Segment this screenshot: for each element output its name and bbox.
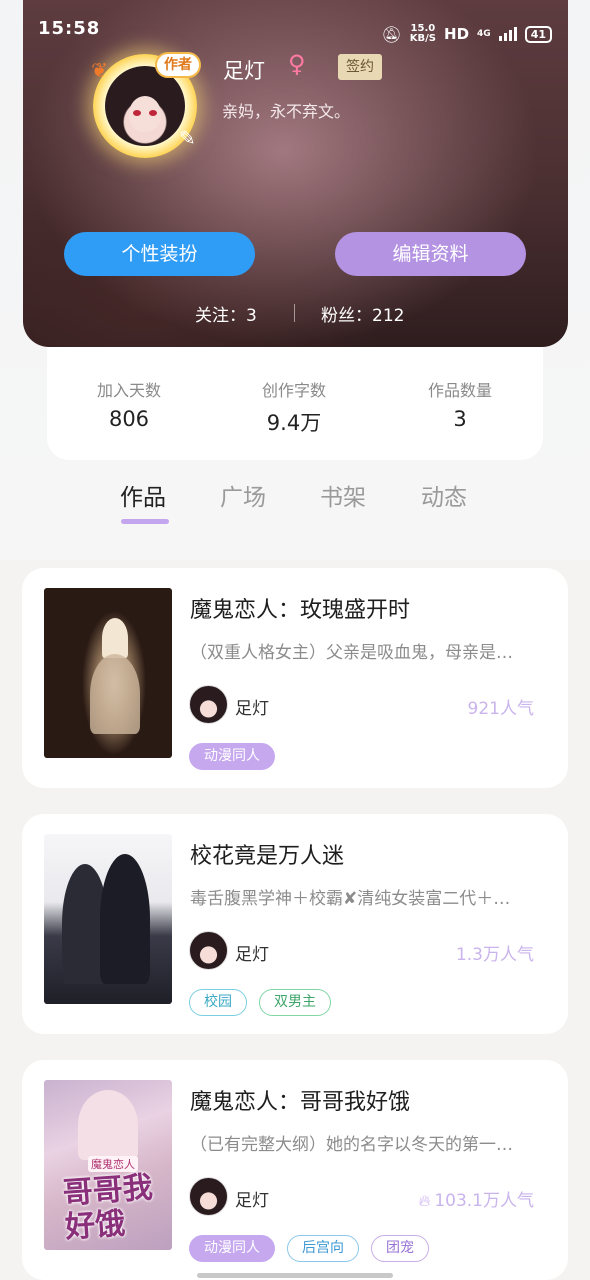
signed-badge: 签约 (338, 54, 382, 80)
home-indicator[interactable] (197, 1273, 393, 1278)
status-time: 15:58 (38, 18, 101, 39)
signal-icon (498, 27, 517, 41)
tag[interactable]: 双男主 (259, 989, 331, 1016)
leaf-icon: ❦ (91, 58, 108, 82)
work-card[interactable]: 校花竟是万人迷 毒舌腹黑学神＋校霸✘清纯女装富二代＋… 足灯 1.3万人气 校园… (22, 814, 568, 1034)
work-title[interactable]: 魔鬼恋人：哥哥我好饿 (190, 1084, 410, 1116)
tag-list: 动漫同人 后宫向 团宠 (189, 1235, 429, 1262)
profile-avatar[interactable]: ❦ 作者 ✎ (81, 44, 207, 160)
work-card[interactable]: 魔鬼恋人：玫瑰盛开时 （双重人格女主）父亲是吸血鬼，母亲是… 足灯 921人气 … (22, 568, 568, 788)
work-description: （双重人格女主）父亲是吸血鬼，母亲是… (190, 643, 513, 663)
work-description: （已有完整大纲）她的名字以冬天的第一… (190, 1135, 513, 1155)
work-description: 毒舌腹黑学神＋校霸✘清纯女装富二代＋… (190, 889, 511, 909)
mute-icon: 🔕︎ (381, 24, 402, 44)
following-count[interactable]: 关注：3 (195, 301, 257, 326)
book-cover[interactable]: 魔鬼恋人 哥哥我好饿 (44, 1080, 172, 1250)
female-gender-icon: ♀ (288, 50, 306, 78)
tab-feed[interactable]: 动态 (421, 478, 467, 512)
author-badge: 作者 (155, 52, 201, 78)
stat-word-count: 创作字数 9.4万 (261, 381, 326, 435)
author-avatar (189, 931, 228, 970)
author-name: 足灯 (235, 699, 269, 719)
author-avatar (189, 1177, 228, 1216)
tag[interactable]: 动漫同人 (189, 1235, 275, 1262)
edit-profile-button[interactable]: 编辑资料 (335, 232, 526, 276)
tag[interactable]: 动漫同人 (189, 743, 275, 770)
hd-indicator: HD (444, 25, 470, 43)
avatar-image (105, 66, 185, 146)
profile-header: ❦ 作者 ✎ 足灯 ♀ 签约 亲妈，永不弃文。 个性装扮 编辑资料 关注：3 粉… (23, 0, 568, 347)
personal-dress-button[interactable]: 个性装扮 (64, 232, 255, 276)
author-name: 足灯 (235, 945, 269, 965)
fire-icon: 🔥︎ (418, 1191, 431, 1210)
tag[interactable]: 后宫向 (287, 1235, 359, 1262)
tag-list: 动漫同人 (189, 743, 275, 770)
profile-tabs: 作品 广场 书架 动态 (0, 478, 590, 528)
battery-icon: 41 (524, 25, 552, 43)
profile-bio: 亲妈，永不弃文。 (222, 102, 351, 121)
follow-divider (294, 304, 295, 322)
popularity-count: 1.3万人气 (455, 945, 534, 965)
stat-work-count: 作品数量 3 (427, 381, 492, 431)
author-avatar (189, 685, 228, 724)
tag[interactable]: 校园 (189, 989, 247, 1016)
work-card[interactable]: 魔鬼恋人 哥哥我好饿 魔鬼恋人：哥哥我好饿 （已有完整大纲）她的名字以冬天的第一… (22, 1060, 568, 1280)
follow-stats: 关注：3 粉丝：212 (23, 301, 568, 326)
active-tab-indicator (121, 519, 169, 524)
tab-works[interactable]: 作品 (120, 478, 166, 512)
tab-bookshelf[interactable]: 书架 (320, 478, 366, 512)
book-cover[interactable] (44, 588, 172, 758)
username: 足灯 (223, 59, 265, 83)
work-title[interactable]: 魔鬼恋人：玫瑰盛开时 (190, 592, 410, 624)
tag-list: 校园 双男主 (189, 989, 331, 1016)
cover-series-label: 魔鬼恋人 (88, 1156, 138, 1172)
network-type: 4G (477, 29, 491, 39)
book-icon: ✎ (179, 126, 196, 150)
author-name: 足灯 (235, 1191, 269, 1211)
tag[interactable]: 团宠 (371, 1235, 429, 1262)
followers-count[interactable]: 粉丝：212 (321, 301, 404, 326)
stats-card: 加入天数 806 创作字数 9.4万 作品数量 3 (47, 347, 543, 460)
book-cover[interactable] (44, 834, 172, 1004)
network-speed: 15.0 KB/S (409, 23, 437, 44)
tab-plaza[interactable]: 广场 (220, 478, 266, 512)
status-bar: 15:58 🔕︎ 15.0 KB/S HD 4G 41 (0, 0, 590, 44)
popularity-count: 921人气 (467, 699, 534, 719)
popularity-count: 🔥︎ 103.1万人气 (418, 1191, 534, 1211)
stat-join-days: 加入天数 806 (96, 381, 161, 431)
work-title[interactable]: 校花竟是万人迷 (190, 838, 344, 870)
cover-title-text: 哥哥我好饿 (61, 1170, 154, 1246)
